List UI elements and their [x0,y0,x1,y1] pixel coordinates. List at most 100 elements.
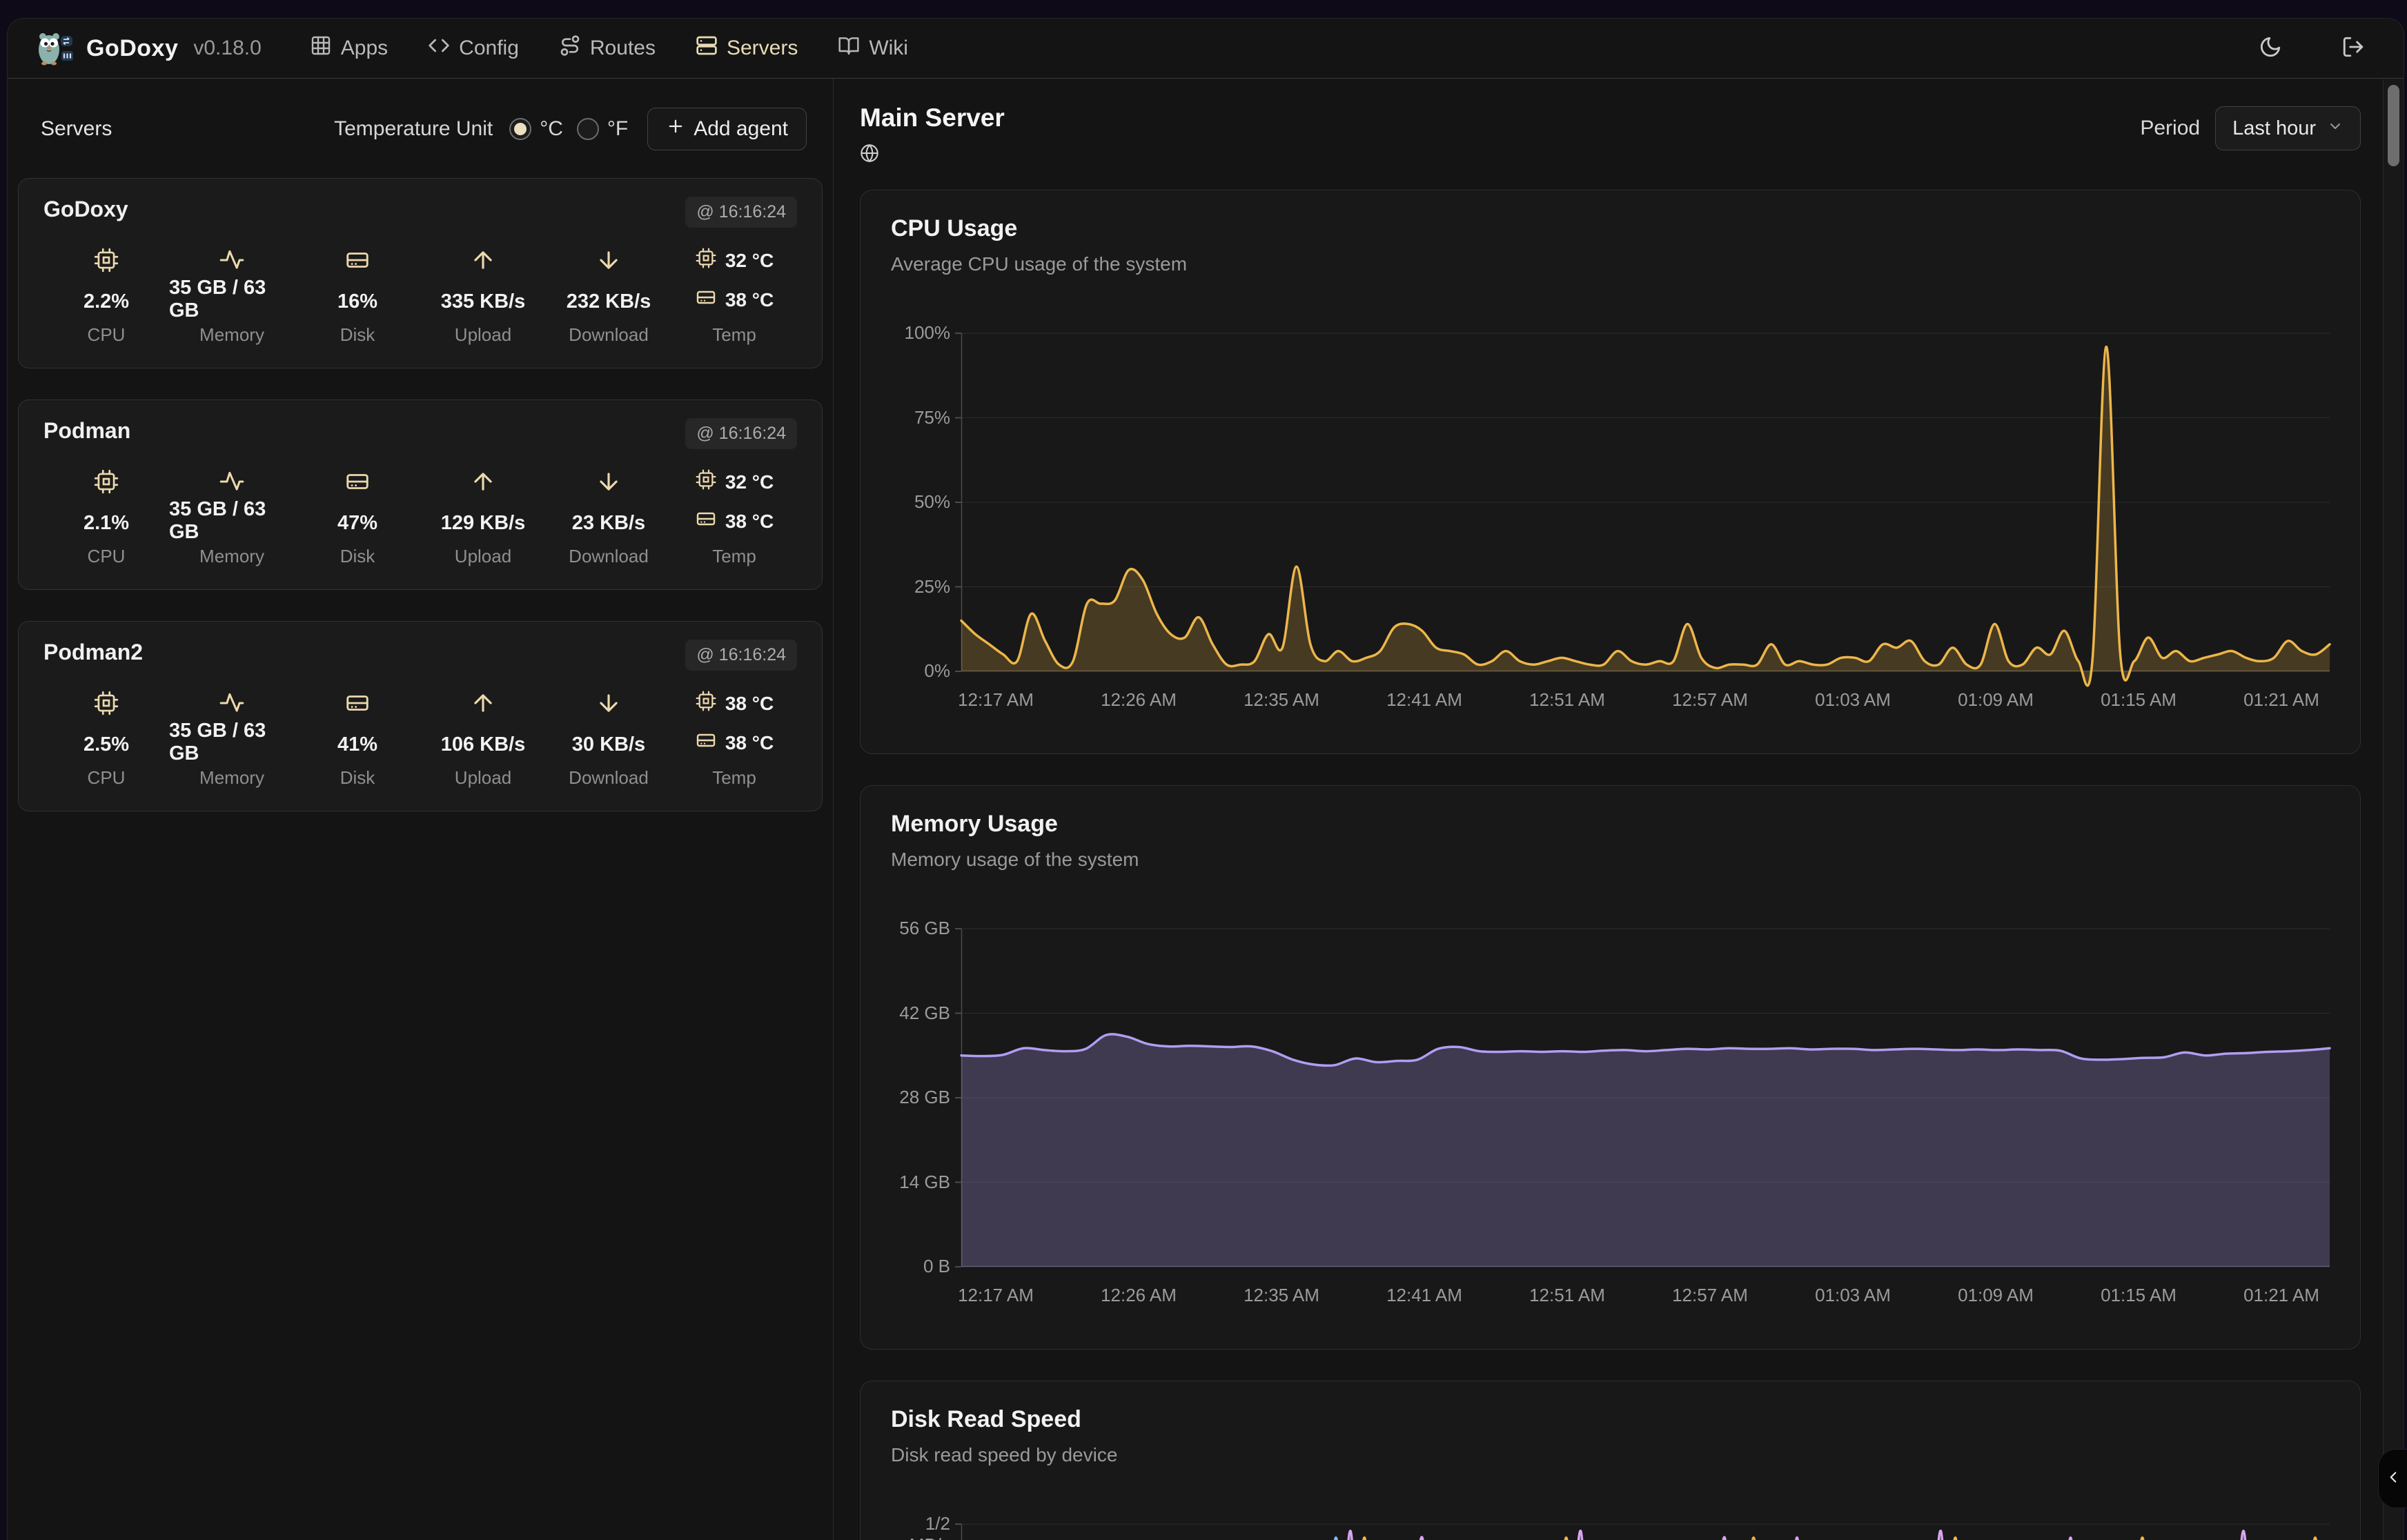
cpu-label: CPU [88,324,126,346]
cpu-icon [695,247,717,274]
cpu-icon [93,690,119,720]
memory-usage-plot[interactable]: 56 GB42 GB28 GB14 GB0 B12:17 AM12:26 AM1… [891,929,2330,1315]
memory-label: Memory [199,324,264,346]
content: Servers Temperature Unit °C °F Add agent [8,79,2404,1540]
period-select[interactable]: Last hour [2215,106,2361,150]
cpu-stat: 2.2% CPU [43,244,169,346]
upload-value: 335 KB/s [441,290,526,313]
arrow-up-icon [470,468,496,498]
timestamp-badge: @ 16:16:24 [685,640,797,671]
memory-label: Memory [199,767,264,789]
server-card[interactable]: GoDoxy @ 16:16:24 2.2% CPU [18,178,823,368]
servers-sidebar: Servers Temperature Unit °C °F Add agent [8,79,834,1540]
nav-item-servers[interactable]: Servers [696,34,798,62]
chart-subtitle: Memory usage of the system [891,849,2330,871]
x-axis-tick-label: 01:15 AM [2076,1285,2201,1306]
upload-stat: 106 KB/s Upload [420,687,546,789]
temp-stat: 32 °C 38 °C Temp [671,466,797,567]
server-name: Podman2 [43,640,143,665]
disk-stat: 47% Disk [295,466,420,567]
memory-usage-card: Memory Usage Memory usage of the system … [860,785,2361,1350]
upload-stat: 335 KB/s Upload [420,244,546,346]
cpu-icon [93,468,119,498]
disk-read-speed-card: Disk Read Speed Disk read speed by devic… [860,1381,2361,1540]
arrow-up-icon [470,247,496,277]
nav-label: Servers [727,37,798,60]
globe-icon[interactable] [860,144,1005,166]
hard-drive-icon [344,247,371,277]
x-axis-tick-label: 12:41 AM [1362,1285,1486,1306]
x-axis-tick-label: 12:17 AM [934,689,1058,711]
server-card[interactable]: Podman @ 16:16:24 2.1% CPU [18,399,823,590]
upload-stat: 129 KB/s Upload [420,466,546,567]
x-axis-tick-label: 12:57 AM [1648,689,1772,711]
disk-stat: 41% Disk [295,687,420,789]
cpu-icon [695,468,717,495]
panel-collapse-handle[interactable] [2378,1449,2407,1508]
disk-stat: 16% Disk [295,244,420,346]
chart-title: Memory Usage [891,811,2330,838]
temp-label: Temp [712,324,756,346]
cpu-value: 2.5% [83,733,129,756]
disk-temp-value: 38 °C [725,732,774,754]
y-axis-tick-label: 0% [891,660,950,682]
version-label: v0.18.0 [193,37,261,60]
y-axis-tick-label: 42 GB [891,1003,950,1024]
timestamp-badge: @ 16:16:24 [685,418,797,449]
x-axis-tick-label: 01:03 AM [1791,689,1915,711]
disk-temp-value: 38 °C [725,289,774,311]
y-axis-tick-label: 100% [891,322,950,344]
navbar-right [2259,35,2376,62]
charts-stack: CPU Usage Average CPU usage of the syste… [860,190,2361,1540]
y-axis-tick-label: 50% [891,491,950,513]
disk-read-speed-plot[interactable]: 1/2 MB/s [891,1524,2330,1540]
fahrenheit-radio[interactable]: °F [577,117,628,141]
scrollbar-thumb[interactable] [2388,85,2399,166]
code-icon [428,34,450,62]
nav-label: Wiki [869,37,908,60]
nav-label: Config [459,37,519,60]
scrollbar[interactable] [2383,79,2404,1540]
add-agent-button[interactable]: Add agent [647,108,807,150]
chart-title: CPU Usage [891,215,2330,242]
download-label: Download [569,767,649,789]
nav-label: Apps [341,37,388,60]
cpu-usage-card: CPU Usage Average CPU usage of the syste… [860,190,2361,754]
nav-item-apps[interactable]: Apps [310,34,388,62]
activity-icon [219,468,245,498]
nav-menu: Apps Config Routes Servers Wiki [310,34,908,62]
y-axis-tick-label: 0 B [891,1256,950,1277]
nav-item-config[interactable]: Config [428,34,519,62]
cpu-usage-plot[interactable]: 100%75%50%25%0%12:17 AM12:26 AM12:35 AM1… [891,333,2330,720]
logout-icon[interactable] [2341,35,2365,62]
nav-item-wiki[interactable]: Wiki [838,34,908,62]
chart-subtitle: Disk read speed by device [891,1444,2330,1466]
disk-value: 16% [337,290,377,313]
celsius-radio[interactable]: °C [509,117,563,141]
temp-stat: 32 °C 38 °C Temp [671,244,797,346]
hard-drive-icon [695,729,717,756]
brand-group[interactable]: GoDoxy v0.18.0 [35,28,262,70]
memory-stat: 35 GB / 63 GB Memory [169,466,295,567]
upload-label: Upload [455,546,511,567]
download-stat: 23 KB/s Download [546,466,671,567]
x-axis-tick-label: 12:26 AM [1077,1285,1201,1306]
server-card[interactable]: Podman2 @ 16:16:24 2.5% CPU [18,621,823,811]
download-stat: 30 KB/s Download [546,687,671,789]
x-axis-tick-label: 01:21 AM [2219,1285,2344,1306]
x-axis-tick-label: 12:17 AM [934,1285,1058,1306]
nav-item-routes[interactable]: Routes [559,34,656,62]
chart-title: Disk Read Speed [891,1406,2330,1433]
memory-value: 35 GB / 63 GB [169,720,295,765]
cpu-stat: 2.1% CPU [43,466,169,567]
upload-value: 106 KB/s [441,733,526,756]
memory-stat: 35 GB / 63 GB Memory [169,687,295,789]
cpu-temp-value: 38 °C [725,693,774,715]
cpu-temp-value: 32 °C [725,250,774,272]
disk-value: 47% [337,512,377,535]
download-label: Download [569,546,649,567]
arrow-down-icon [596,247,622,277]
moon-icon[interactable] [2259,35,2282,62]
temp-stat: 38 °C 38 °C Temp [671,687,797,789]
arrow-down-icon [596,690,622,720]
